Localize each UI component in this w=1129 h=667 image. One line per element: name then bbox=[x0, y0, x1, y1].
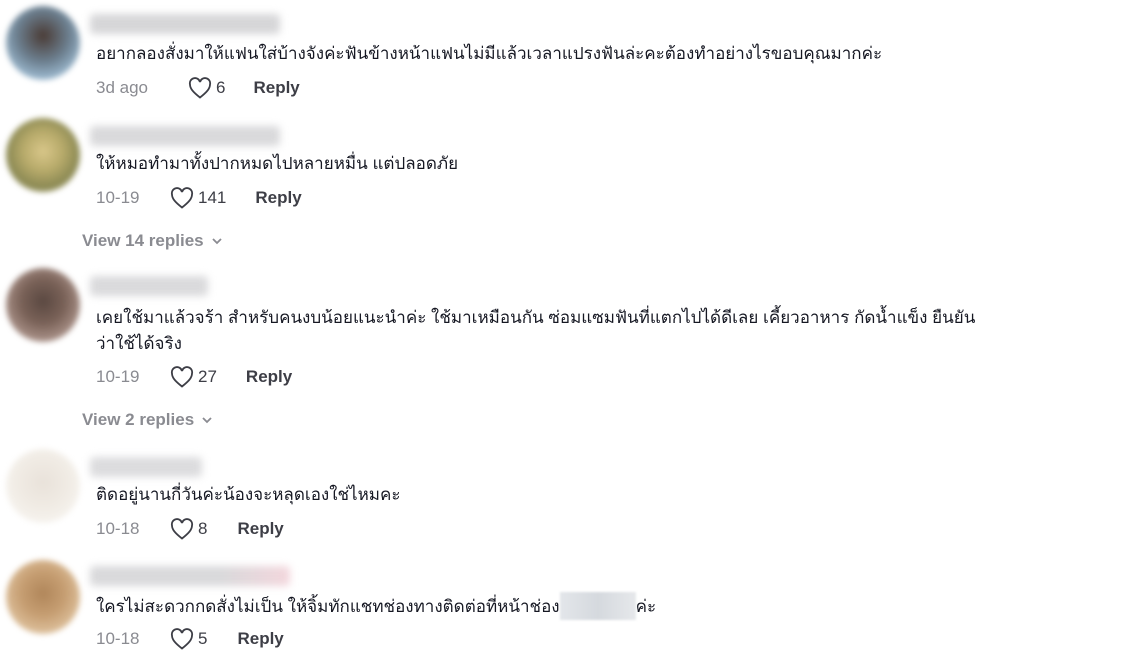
like-count: 141 bbox=[198, 188, 227, 207]
username-redacted[interactable] bbox=[90, 457, 202, 477]
like-count: 27 bbox=[198, 367, 217, 386]
view-replies-label: View 2 replies bbox=[82, 410, 195, 429]
username-redacted[interactable] bbox=[90, 566, 290, 586]
avatar[interactable] bbox=[6, 268, 80, 342]
username-redacted[interactable] bbox=[90, 126, 280, 146]
comment-time: 10-18 bbox=[96, 629, 140, 648]
heart-outline-icon bbox=[170, 518, 194, 540]
comment-time: 10-19 bbox=[96, 188, 140, 207]
comment-meta: 10-18 8 Reply bbox=[96, 516, 284, 542]
comment-time: 3d ago bbox=[96, 78, 148, 97]
like-count: 8 bbox=[198, 519, 208, 538]
comment-text-start: ใครไม่สะดวกกดสั่งไม่เป็น ให้จิ้มทักแชทช่… bbox=[96, 597, 560, 616]
comment-text-end: ค่ะ bbox=[635, 597, 657, 616]
reply-button[interactable]: Reply bbox=[253, 78, 299, 98]
username-redacted[interactable] bbox=[90, 14, 280, 34]
comment-text: อยากลองสั่งมาให้แฟนใส่บ้างจังค่ะฟันข้างห… bbox=[96, 44, 883, 63]
comment-text: ติดอยู่นานกี่วันค่ะน้องจะหลุดเองใช่ไหมคะ bbox=[96, 485, 401, 504]
comment-text: ใครไม่สะดวกกดสั่งไม่เป็น ให้จิ้มทักแชทช่… bbox=[96, 592, 1076, 620]
view-replies-label: View 14 replies bbox=[82, 231, 204, 250]
heart-outline-icon bbox=[188, 77, 212, 99]
like-button[interactable]: 6 bbox=[188, 77, 225, 99]
like-count: 6 bbox=[216, 78, 226, 97]
view-replies-button[interactable]: View 14 replies bbox=[82, 229, 224, 253]
comment-time: 10-18 bbox=[96, 519, 140, 538]
reply-button[interactable]: Reply bbox=[237, 519, 283, 539]
view-replies-button[interactable]: View 2 replies bbox=[82, 408, 214, 432]
avatar[interactable] bbox=[6, 118, 80, 192]
heart-outline-icon bbox=[170, 187, 194, 209]
like-button[interactable]: 5 bbox=[170, 628, 207, 650]
avatar[interactable] bbox=[6, 6, 80, 80]
comment-meta: 3d ago 6 Reply bbox=[96, 75, 300, 101]
redacted-channel-name bbox=[559, 592, 636, 620]
avatar[interactable] bbox=[6, 449, 80, 523]
comment-meta: 10-19 141 Reply bbox=[96, 185, 302, 211]
comment-text: ให้หมอทำมาทั้งปากหมดไปหลายหมื่น แต่ปลอดภ… bbox=[96, 154, 459, 173]
avatar[interactable] bbox=[6, 560, 80, 634]
reply-button[interactable]: Reply bbox=[255, 188, 301, 208]
comment-text: เคยใช้มาแล้วจร้า สำหรับคนงบน้อยแนะนำค่ะ … bbox=[96, 308, 976, 353]
heart-outline-icon bbox=[170, 628, 194, 650]
like-button[interactable]: 141 bbox=[170, 187, 226, 209]
comment-meta: 10-19 27 Reply bbox=[96, 364, 292, 390]
heart-outline-icon bbox=[170, 366, 194, 388]
chevron-down-icon bbox=[202, 417, 212, 424]
comment-time: 10-19 bbox=[96, 367, 140, 386]
reply-button[interactable]: Reply bbox=[237, 629, 283, 649]
like-button[interactable]: 27 bbox=[170, 366, 217, 388]
username-redacted[interactable] bbox=[90, 276, 208, 296]
like-count: 5 bbox=[198, 629, 208, 648]
reply-button[interactable]: Reply bbox=[246, 367, 292, 387]
like-button[interactable]: 8 bbox=[170, 518, 207, 540]
chevron-down-icon bbox=[211, 238, 222, 245]
comment-meta: 10-18 5 Reply bbox=[96, 626, 284, 652]
